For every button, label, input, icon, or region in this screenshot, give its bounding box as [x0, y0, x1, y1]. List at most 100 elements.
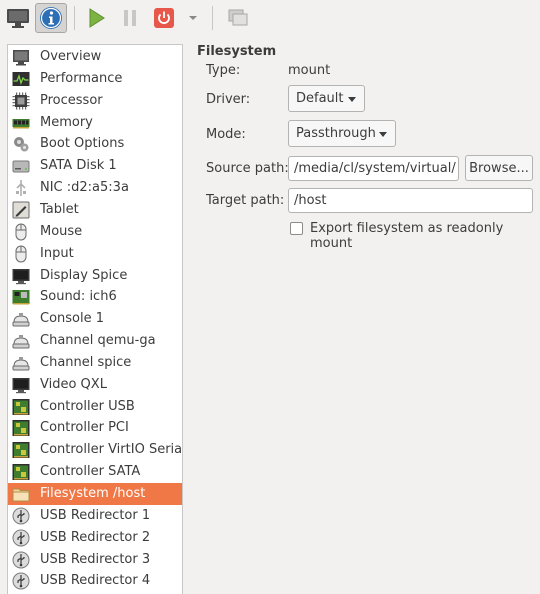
- performance-icon: [12, 70, 30, 88]
- sidebar-item-tablet[interactable]: Tablet: [8, 199, 182, 221]
- sidebar-item-label: Controller SATA: [40, 464, 141, 480]
- sidebar-item-label: Memory: [40, 114, 93, 130]
- overview-icon: [12, 48, 30, 66]
- sidebar-item-controller-virtio-serial[interactable]: Controller VirtIO Serial: [8, 439, 183, 461]
- driver-dropdown-value: Default: [296, 91, 344, 106]
- sidebar-item-label: Channel qemu-ga: [40, 333, 156, 349]
- toolbar: [0, 0, 540, 38]
- sidebar-item-label: Processor: [40, 92, 103, 108]
- controller-icon: [12, 441, 30, 459]
- sidebar-item-label: NIC :d2:a5:3a: [40, 180, 129, 196]
- usb-icon: [12, 572, 30, 590]
- controller-icon: [12, 463, 30, 481]
- console-button[interactable]: [2, 3, 34, 33]
- sidebar-item-performance[interactable]: Performance: [8, 68, 182, 90]
- sidebar-item-label: Boot Options: [40, 136, 125, 152]
- mouse-icon: [12, 223, 30, 241]
- sidebar-item-label: Performance: [40, 70, 123, 86]
- mode-label: Mode:: [206, 127, 246, 142]
- usb-icon: [12, 551, 30, 569]
- controller-icon: [12, 398, 30, 416]
- sidebar-item-label: Controller PCI: [40, 420, 129, 436]
- controller-icon: [12, 419, 30, 437]
- snapshots-icon: [228, 9, 248, 26]
- play-icon: [89, 8, 105, 28]
- sound-icon: [12, 288, 30, 306]
- toolbar-separator: [74, 6, 75, 30]
- run-button[interactable]: [80, 3, 112, 33]
- sidebar-item-memory[interactable]: Memory: [8, 112, 182, 134]
- pause-icon: [124, 10, 136, 26]
- sidebar-item-label: Input: [40, 245, 74, 261]
- channel-icon: [12, 354, 30, 372]
- sidebar-item-usb-redirector-3[interactable]: USB Redirector 3: [8, 549, 182, 571]
- sidebar-item-channel-qemu-ga[interactable]: Channel qemu-ga: [8, 330, 182, 352]
- sidebar-item-boot-options[interactable]: Boot Options: [8, 133, 182, 155]
- sidebar-item-controller-usb[interactable]: Controller USB: [8, 396, 182, 418]
- sidebar-item-processor[interactable]: Processor: [8, 90, 182, 112]
- browse-button[interactable]: Browse...: [465, 155, 533, 181]
- tablet-icon: [12, 201, 30, 219]
- sidebar-item-filesystem-host[interactable]: Filesystem /host: [8, 483, 182, 505]
- sidebar-item-usb-redirector-1[interactable]: USB Redirector 1: [8, 505, 182, 527]
- type-label: Type:: [206, 63, 241, 78]
- sidebar-item-usb-redirector-4[interactable]: USB Redirector 4: [8, 570, 182, 592]
- hardware-list[interactable]: Overview Performance Processor Memory Boot O…: [7, 44, 183, 594]
- driver-dropdown[interactable]: Default: [288, 85, 365, 112]
- chevron-down-icon: [348, 97, 356, 102]
- usb-icon: [12, 529, 30, 547]
- pause-button[interactable]: [114, 3, 146, 33]
- sidebar-item-label: Display Spice: [40, 267, 128, 283]
- nic-icon: [12, 179, 30, 197]
- video-icon: [12, 376, 30, 394]
- sidebar-item-label: USB Redirector 4: [40, 573, 151, 589]
- boot-options-icon: [12, 135, 30, 153]
- sidebar-item-controller-sata[interactable]: Controller SATA: [8, 461, 182, 483]
- sidebar-item-label: Tablet: [40, 201, 79, 217]
- section-title: Filesystem: [197, 44, 277, 59]
- target-path-input[interactable]: [288, 188, 533, 213]
- sidebar-item-label: Controller VirtIO Serial: [40, 442, 183, 458]
- sidebar-item-controller-pci[interactable]: Controller PCI: [8, 417, 182, 439]
- sidebar-item-label: Video QXL: [40, 376, 107, 392]
- snapshots-button[interactable]: [222, 3, 254, 33]
- shutdown-menu-button[interactable]: [181, 3, 205, 33]
- processor-icon: [12, 92, 30, 110]
- source-path-label: Source path:: [206, 161, 289, 176]
- readonly-label[interactable]: Export filesystem as readonly mount: [310, 221, 540, 251]
- sidebar-item-sata-disk-1[interactable]: SATA Disk 1: [8, 155, 182, 177]
- folder-icon: [12, 485, 30, 503]
- sidebar-item-usb-redirector-2[interactable]: USB Redirector 2: [8, 527, 182, 549]
- sidebar-item-label: Controller USB: [40, 398, 135, 414]
- display-icon: [12, 267, 30, 285]
- power-icon: [154, 8, 174, 28]
- sidebar-item-input[interactable]: Input: [8, 243, 182, 265]
- mode-dropdown[interactable]: Passthrough: [288, 120, 396, 147]
- sidebar-item-overview[interactable]: Overview: [8, 46, 182, 68]
- sidebar-item-nic-d2-a5-3a[interactable]: NIC :d2:a5:3a: [8, 177, 182, 199]
- info-icon: [40, 7, 62, 29]
- readonly-checkbox[interactable]: [290, 222, 303, 235]
- disk-icon: [12, 157, 30, 175]
- sidebar-item-console-1[interactable]: Console 1: [8, 308, 182, 330]
- sidebar-item-label: Overview: [40, 49, 102, 64]
- sidebar-item-label: Channel spice: [40, 354, 132, 370]
- sidebar-item-video-qxl[interactable]: Video QXL: [8, 374, 182, 396]
- sidebar-item-channel-spice[interactable]: Channel spice: [8, 352, 182, 374]
- sidebar-item-label: Filesystem /host: [40, 486, 146, 501]
- monitor-icon: [7, 9, 29, 28]
- toolbar-separator: [212, 6, 213, 30]
- details-button[interactable]: [35, 3, 67, 33]
- sidebar-item-mouse[interactable]: Mouse: [8, 221, 182, 243]
- source-path-input[interactable]: [288, 156, 459, 181]
- sidebar-item-label: SATA Disk 1: [40, 158, 117, 174]
- shutdown-button[interactable]: [148, 3, 180, 33]
- chevron-down-icon: [379, 132, 387, 137]
- sidebar-item-label: Sound: ich6: [40, 289, 117, 305]
- driver-label: Driver:: [206, 92, 251, 107]
- memory-icon: [12, 114, 30, 132]
- channel-icon: [12, 332, 30, 350]
- sidebar-item-sound-ich6[interactable]: Sound: ich6: [8, 286, 182, 308]
- sidebar-item-label: Mouse: [40, 223, 83, 239]
- sidebar-item-display-spice[interactable]: Display Spice: [8, 265, 182, 287]
